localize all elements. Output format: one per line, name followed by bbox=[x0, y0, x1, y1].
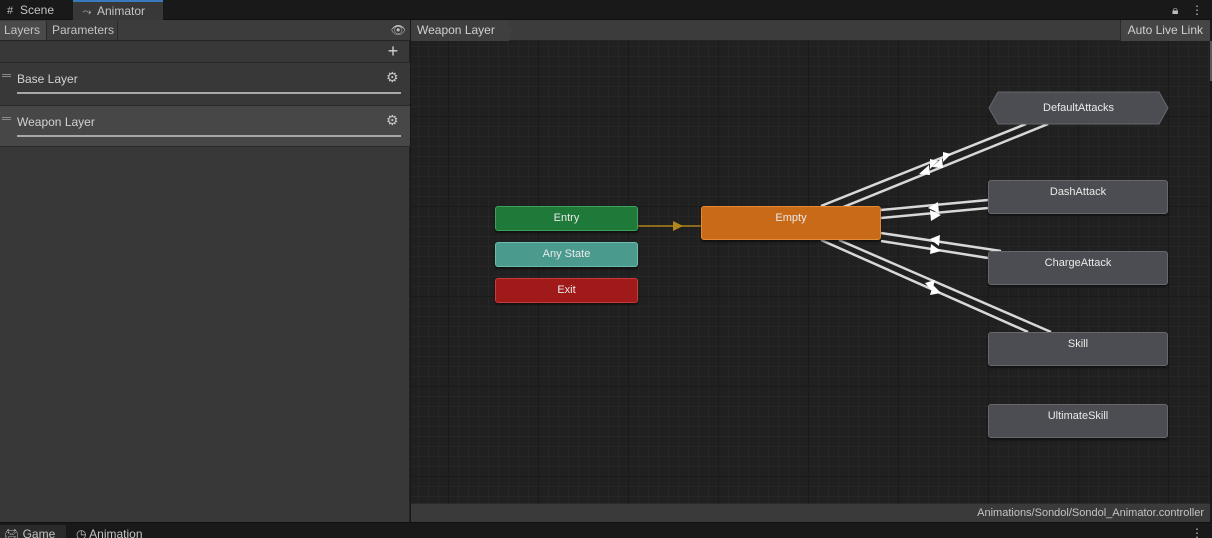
arrow-dash-1 bbox=[928, 202, 939, 213]
tab-animation-label: Animation bbox=[89, 527, 143, 538]
gear-icon[interactable]: ⚙ bbox=[386, 69, 399, 86]
layer-weight-bar[interactable] bbox=[17, 92, 401, 94]
state-empty[interactable]: Empty bbox=[701, 206, 881, 240]
tab-scene[interactable]: # Scene bbox=[2, 0, 72, 20]
kebab-menu-icon[interactable]: ⋮ bbox=[1191, 0, 1203, 20]
tab-layers[interactable]: Layers bbox=[0, 21, 47, 40]
layer-weight-bar[interactable] bbox=[17, 135, 401, 137]
graph-header: Weapon Layer Auto Live Link bbox=[411, 20, 1210, 41]
layers-panel: Layers Parameters 👁︎ + Base Layer ⚙ Weap… bbox=[0, 20, 410, 522]
state-exit[interactable]: Exit bbox=[495, 278, 638, 303]
breadcrumb[interactable]: Weapon Layer bbox=[411, 20, 509, 41]
arrow-entry-empty bbox=[673, 221, 683, 231]
tab-animator[interactable]: ⤳ Animator bbox=[73, 0, 163, 20]
controller-path: Animations/Sondol/Sondol_Animator.contro… bbox=[977, 507, 1204, 519]
state-machine-graph[interactable]: Weapon Layer Auto Live Link Entry Any St… bbox=[411, 20, 1210, 522]
kebab-menu-icon[interactable]: ⋮ bbox=[1191, 525, 1203, 538]
eye-icon[interactable]: 👁︎ bbox=[391, 23, 406, 37]
state-machine-defaultattacks[interactable]: DefaultAttacks bbox=[988, 91, 1169, 125]
tab-parameters[interactable]: Parameters bbox=[48, 21, 118, 40]
state-any-state[interactable]: Any State bbox=[495, 242, 638, 267]
drag-handle-icon[interactable] bbox=[2, 74, 11, 77]
layer-item-weapon[interactable]: Weapon Layer ⚙ bbox=[0, 105, 410, 147]
state-chargeattack[interactable]: ChargeAttack bbox=[988, 251, 1168, 285]
arrow-charge-2 bbox=[930, 244, 941, 254]
breadcrumb-arrow bbox=[505, 20, 513, 41]
gear-icon[interactable]: ⚙ bbox=[386, 112, 399, 129]
state-skill[interactable]: Skill bbox=[988, 332, 1168, 366]
animator-icon: ⤳ bbox=[82, 6, 92, 18]
state-ultimateskill[interactable]: UltimateSkill bbox=[988, 404, 1168, 438]
bottom-tab-strip: 🎮︎ Game ◷ Animation ⋮ bbox=[0, 522, 1212, 538]
window-tab-strip: # Scene ⤳ Animator 🔒︎ ⋮ bbox=[0, 0, 1212, 20]
layer-item-base[interactable]: Base Layer ⚙ bbox=[0, 62, 410, 104]
graph-footer: Animations/Sondol/Sondol_Animator.contro… bbox=[411, 503, 1210, 522]
transition-empty-chargeattack-a bbox=[880, 231, 1002, 253]
tab-animator-label: Animator bbox=[97, 4, 146, 18]
tab-game[interactable]: 🎮︎ Game bbox=[0, 525, 66, 538]
clock-icon: ◷ bbox=[76, 527, 87, 538]
state-entry[interactable]: Entry bbox=[495, 206, 638, 231]
state-dashattack[interactable]: DashAttack bbox=[988, 180, 1168, 214]
tab-animation[interactable]: ◷ Animation bbox=[76, 525, 166, 538]
plus-icon: + bbox=[387, 41, 399, 61]
layers-panel-header: Layers Parameters 👁︎ bbox=[0, 20, 410, 41]
add-layer-button[interactable]: + bbox=[385, 41, 401, 61]
gamepad-icon: 🎮︎ bbox=[4, 527, 20, 538]
tab-game-label: Game bbox=[22, 527, 56, 538]
auto-live-link-button[interactable]: Auto Live Link bbox=[1119, 20, 1210, 41]
grid-icon: # bbox=[6, 5, 14, 17]
tab-scene-label: Scene bbox=[20, 3, 55, 17]
lock-icon[interactable]: 🔒︎ bbox=[1172, 0, 1178, 20]
layer-name: Weapon Layer bbox=[17, 115, 95, 129]
drag-handle-icon[interactable] bbox=[2, 117, 11, 120]
layer-name: Base Layer bbox=[17, 72, 78, 86]
